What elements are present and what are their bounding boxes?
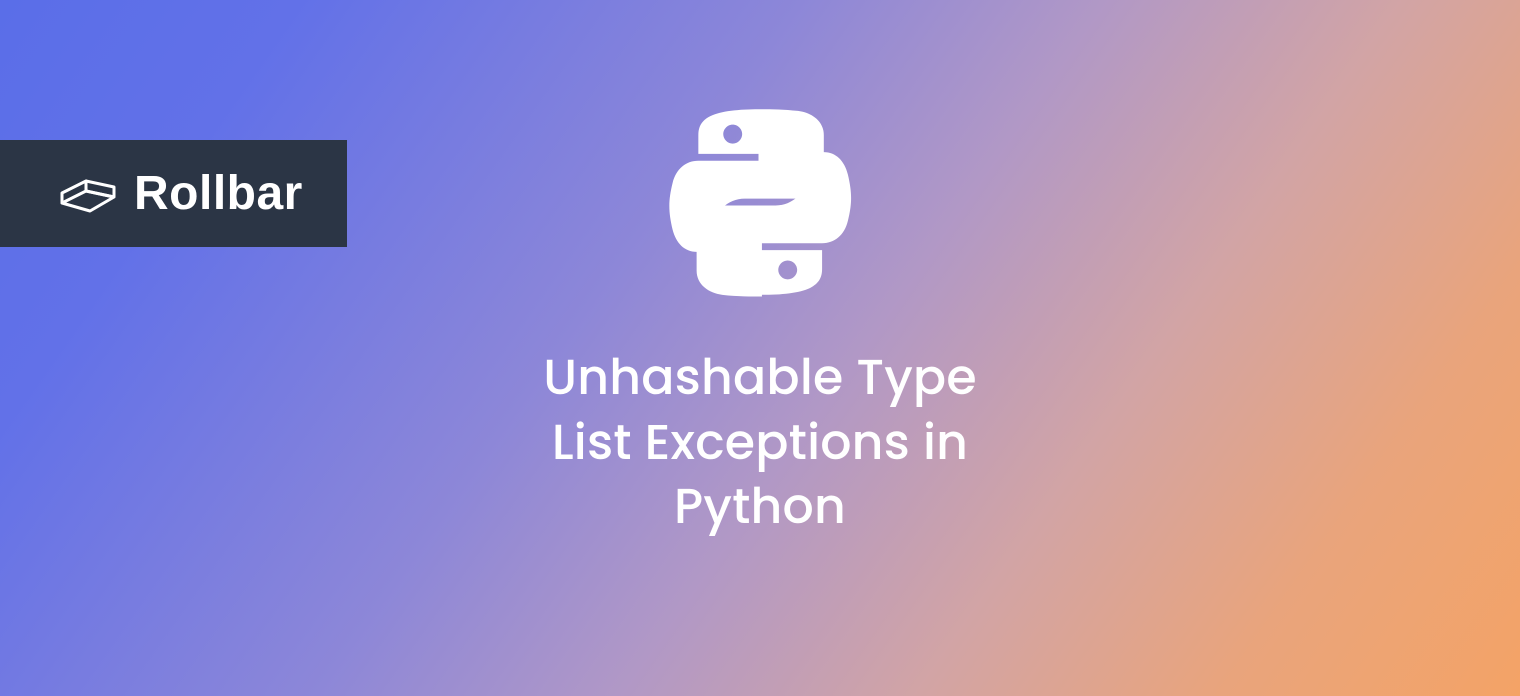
hero-title: Unhashable Type List Exceptions in Pytho…	[543, 346, 977, 540]
brand-name: Rollbar	[134, 166, 303, 221]
brand-badge: Rollbar	[0, 140, 347, 247]
python-logo-icon	[650, 92, 870, 312]
center-content: Unhashable Type List Exceptions in Pytho…	[543, 92, 977, 540]
hero-banner: Rollbar Unhashable Type List Exceptions …	[0, 0, 1520, 696]
title-line-3: Python	[674, 473, 846, 541]
title-line-2: List Exceptions in	[552, 409, 968, 477]
title-line-1: Unhashable Type	[543, 344, 977, 412]
rollbar-logo-icon	[56, 169, 118, 219]
